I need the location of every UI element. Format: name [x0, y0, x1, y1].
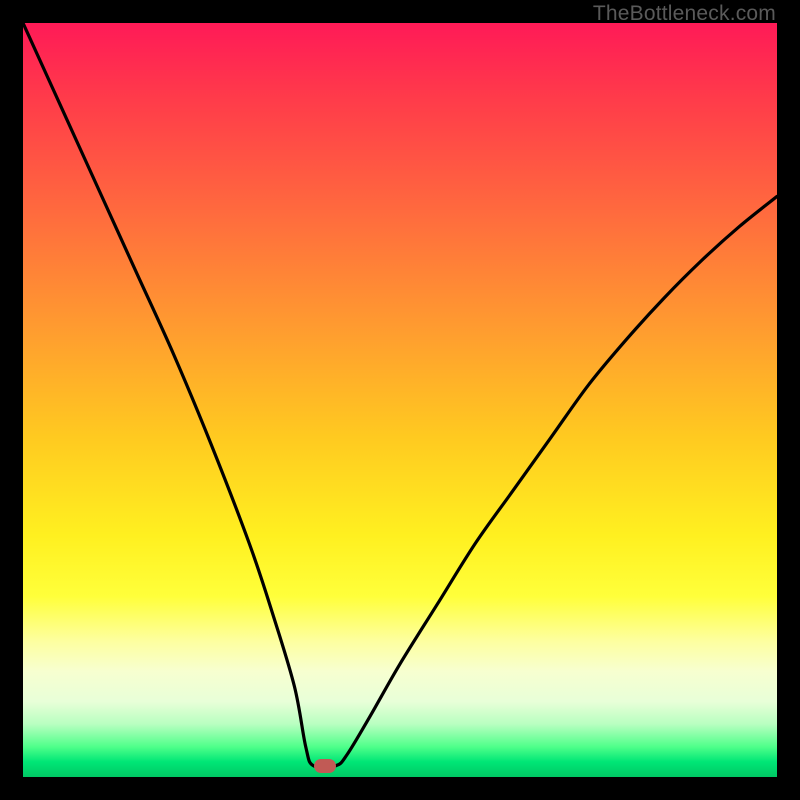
optimal-marker: [314, 759, 336, 773]
chart-frame: TheBottleneck.com: [0, 0, 800, 800]
plot-area: [23, 23, 777, 777]
bottleneck-curve: [23, 23, 777, 777]
curve-path: [23, 23, 777, 768]
